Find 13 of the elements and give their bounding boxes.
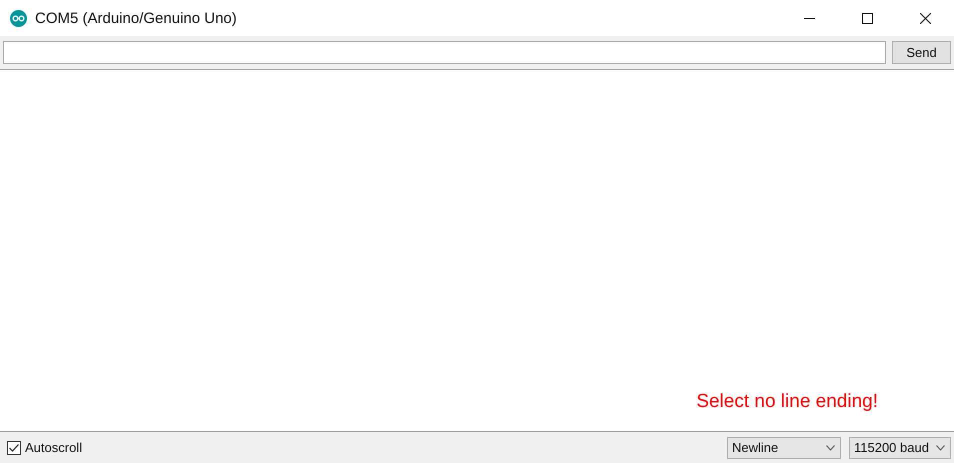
autoscroll-checkbox[interactable]	[7, 440, 21, 454]
baud-rate-dropdown[interactable]: 115200 baud	[849, 436, 951, 458]
chevron-down-icon	[826, 444, 835, 450]
chevron-down-icon	[936, 444, 945, 450]
autoscroll-label: Autoscroll	[25, 440, 84, 455]
app-logo-icon	[10, 10, 27, 26]
line-ending-dropdown[interactable]: Newline	[727, 436, 841, 458]
message-input-field[interactable]	[3, 41, 886, 64]
window-title: COM5 (Arduino/Genuino Uno)	[35, 10, 238, 26]
close-icon	[920, 12, 930, 24]
maximize-icon	[862, 12, 872, 24]
send-button[interactable]: Send	[892, 41, 951, 64]
annotation-text: Select no line ending!	[696, 391, 878, 413]
